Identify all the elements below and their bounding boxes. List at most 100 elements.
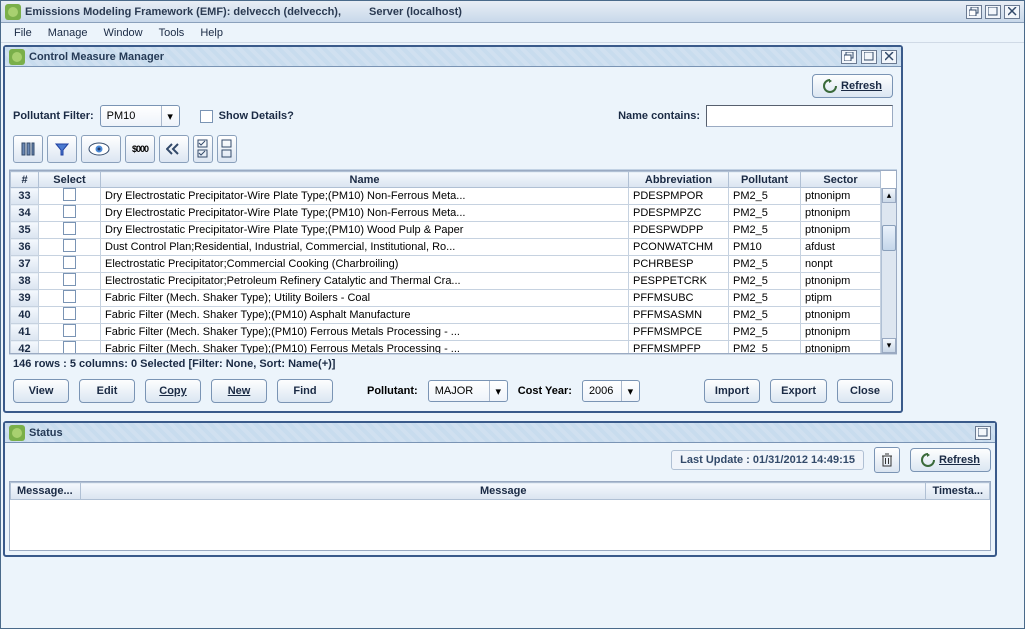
- row-checkbox[interactable]: [63, 290, 76, 303]
- close-button[interactable]: Close: [837, 379, 893, 403]
- row-sector: afdust: [801, 239, 881, 256]
- row-select-cell[interactable]: [39, 341, 101, 354]
- table-row[interactable]: 41Fabric Filter (Mech. Shaker Type);(PM1…: [11, 324, 881, 341]
- last-update-label: Last Update : 01/31/2012 14:49:15: [671, 450, 864, 470]
- new-button[interactable]: New: [211, 379, 267, 403]
- col-abbreviation[interactable]: Abbreviation: [629, 172, 729, 188]
- table-row[interactable]: 40 Fabric Filter (Mech. Shaker Type);(PM1…: [11, 307, 881, 324]
- col-select[interactable]: Select: [39, 172, 101, 188]
- cost-tool-icon[interactable]: $000: [125, 135, 155, 163]
- row-select-cell[interactable]: [39, 307, 101, 324]
- row-select-cell[interactable]: [39, 222, 101, 239]
- pollutant-combo[interactable]: MAJOR ▾: [428, 380, 508, 402]
- row-pollutant: PM2_5: [729, 188, 801, 205]
- table-row[interactable]: 34Dry Electrostatic Precipitator-Wire Pl…: [11, 205, 881, 222]
- menu-window[interactable]: Window: [97, 25, 150, 41]
- menu-tools[interactable]: Tools: [152, 25, 192, 41]
- row-sector: ptnonipm: [801, 324, 881, 341]
- scroll-down-icon[interactable]: ▾: [882, 338, 896, 353]
- row-checkbox[interactable]: [63, 307, 76, 320]
- status-maximize-icon[interactable]: [975, 426, 991, 440]
- find-button[interactable]: Find: [277, 379, 333, 403]
- refresh-button[interactable]: Refresh: [812, 74, 893, 98]
- table-row[interactable]: 33Dry Electrostatic Precipitator-Wire Pl…: [11, 188, 881, 205]
- close-icon[interactable]: [1004, 5, 1020, 19]
- app-icon: [5, 4, 21, 20]
- costyear-label: Cost Year:: [518, 385, 572, 397]
- cmm-restore-icon[interactable]: [841, 50, 857, 64]
- cmm-titlebar: Control Measure Manager: [5, 47, 901, 67]
- row-select-cell[interactable]: [39, 324, 101, 341]
- cmm-maximize-icon[interactable]: [861, 50, 877, 64]
- row-name: Dry Electrostatic Precipitator-Wire Plat…: [101, 222, 629, 239]
- table-row[interactable]: 38Electrostatic Precipitator;Petroleum R…: [11, 273, 881, 290]
- menu-help[interactable]: Help: [193, 25, 230, 41]
- scroll-up-icon[interactable]: ▴: [882, 188, 896, 203]
- row-abbr: PDESPMPOR: [629, 188, 729, 205]
- table-row[interactable]: 35Dry Electrostatic Precipitator-Wire Pl…: [11, 222, 881, 239]
- row-select-cell[interactable]: [39, 205, 101, 222]
- status-col-message[interactable]: Message...: [11, 483, 81, 500]
- row-select-cell[interactable]: [39, 273, 101, 290]
- row-select-cell[interactable]: [39, 239, 101, 256]
- pollutant-filter-combo[interactable]: PM10 ▾: [100, 105, 180, 127]
- show-details-checkbox[interactable]: [200, 110, 213, 123]
- edit-button[interactable]: Edit: [79, 379, 135, 403]
- row-checkbox[interactable]: [63, 239, 76, 252]
- import-button[interactable]: Import: [704, 379, 760, 403]
- row-checkbox[interactable]: [63, 341, 76, 353]
- row-checkbox[interactable]: [63, 324, 76, 337]
- row-checkbox[interactable]: [63, 188, 76, 201]
- measures-grid: # Select Name Abbreviation Pollutant Sec…: [10, 171, 881, 353]
- row-name: Dry Electrostatic Precipitator-Wire Plat…: [101, 188, 629, 205]
- name-contains-input[interactable]: [706, 105, 893, 127]
- restore-down-icon[interactable]: [966, 5, 982, 19]
- reset-tool-icon[interactable]: [159, 135, 189, 163]
- row-checkbox[interactable]: [63, 273, 76, 286]
- col-name[interactable]: Name: [101, 172, 629, 188]
- maximize-icon[interactable]: [985, 5, 1001, 19]
- col-sector[interactable]: Sector: [801, 172, 881, 188]
- row-checkbox[interactable]: [63, 256, 76, 269]
- row-number: 36: [11, 239, 39, 256]
- row-name: Electrostatic Precipitator;Petroleum Ref…: [101, 273, 629, 290]
- status-col-timestamp[interactable]: Timesta...: [926, 483, 990, 500]
- row-select-cell[interactable]: [39, 256, 101, 273]
- row-select-cell[interactable]: [39, 188, 101, 205]
- filter-tool-icon[interactable]: [47, 135, 77, 163]
- row-name: Electrostatic Precipitator;Commercial Co…: [101, 256, 629, 273]
- col-pollutant[interactable]: Pollutant: [729, 172, 801, 188]
- table-row[interactable]: 36Dust Control Plan;Residential, Industr…: [11, 239, 881, 256]
- row-number: 40: [11, 307, 39, 324]
- view-button[interactable]: View: [13, 379, 69, 403]
- scroll-thumb[interactable]: [882, 225, 896, 251]
- cmm-close-icon[interactable]: [881, 50, 897, 64]
- select-all-tool-icon[interactable]: [193, 135, 213, 163]
- costyear-combo[interactable]: 2006 ▾: [582, 380, 640, 402]
- row-name: Fabric Filter (Mech. Shaker Type);(PM10)…: [101, 341, 629, 354]
- menu-manage[interactable]: Manage: [41, 25, 95, 41]
- row-checkbox[interactable]: [63, 222, 76, 235]
- status-col-message2[interactable]: Message: [81, 483, 926, 500]
- deselect-all-tool-icon[interactable]: [217, 135, 237, 163]
- table-row[interactable]: 39Fabric Filter (Mech. Shaker Type); Uti…: [11, 290, 881, 307]
- table-row[interactable]: 37Electrostatic Precipitator;Commercial …: [11, 256, 881, 273]
- columns-tool-icon[interactable]: [13, 135, 43, 163]
- col-row[interactable]: #: [11, 172, 39, 188]
- row-abbr: PDESPWDPP: [629, 222, 729, 239]
- copy-button[interactable]: Copy: [145, 379, 201, 403]
- table-scrollbar[interactable]: ▴ ▾: [881, 188, 896, 353]
- row-sector: ptnonipm: [801, 205, 881, 222]
- table-row[interactable]: 42 Fabric Filter (Mech. Shaker Type);(PM1…: [11, 341, 881, 354]
- row-checkbox[interactable]: [63, 205, 76, 218]
- row-sector: ptnonipm: [801, 188, 881, 205]
- row-name: Fabric Filter (Mech. Shaker Type);(PM10)…: [101, 307, 629, 324]
- clear-status-button[interactable]: [874, 447, 900, 473]
- row-number: 42: [11, 341, 39, 354]
- export-button[interactable]: Export: [770, 379, 827, 403]
- status-refresh-button[interactable]: Refresh: [910, 448, 991, 472]
- menu-file[interactable]: File: [7, 25, 39, 41]
- row-abbr: PCHRBESP: [629, 256, 729, 273]
- view-tool-icon[interactable]: [81, 135, 121, 163]
- row-select-cell[interactable]: [39, 290, 101, 307]
